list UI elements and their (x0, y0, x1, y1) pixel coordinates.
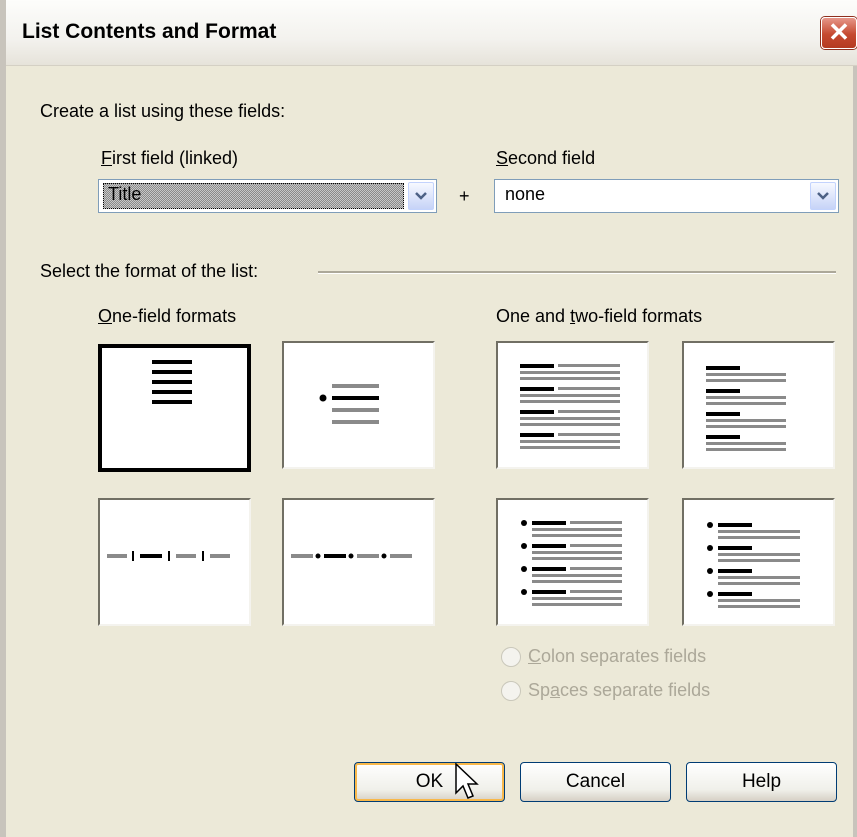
first-field-value: Title (108, 184, 142, 204)
list-contents-dialog: List Contents and Format ✕ Create a list… (0, 0, 857, 837)
help-button[interactable]: Help (686, 762, 837, 802)
stacked-list-icon (706, 366, 786, 451)
close-icon: ✕ (828, 17, 850, 47)
close-button[interactable]: ✕ (821, 17, 857, 49)
colon-separates-radio[interactable] (501, 647, 521, 667)
two-field-bulleted-columns-tile[interactable] (496, 498, 649, 626)
create-list-label: Create a list using these fields: (40, 101, 286, 121)
bulleted-two-column-icon (521, 520, 622, 606)
second-field-dropdown[interactable]: none (494, 179, 839, 213)
second-field-value: none (505, 184, 546, 204)
spaces-separate-radio[interactable] (501, 681, 521, 701)
bulleted-list-icon (319, 384, 379, 424)
spaces-separate-label: Spaces separate fields (528, 680, 711, 700)
title-bar[interactable]: List Contents and Format ✕ (6, 0, 857, 66)
chevron-down-icon[interactable] (408, 182, 434, 210)
mouse-pointer-icon (455, 763, 479, 799)
selection-highlight (103, 183, 404, 209)
inline-dot-separated-icon (291, 553, 412, 559)
section-divider (318, 271, 836, 274)
two-field-columns-tile[interactable] (496, 341, 649, 469)
two-field-formats-label: One and two-field formats (496, 306, 703, 326)
list-format-icon (152, 360, 192, 404)
first-field-dropdown[interactable]: Title (98, 179, 437, 213)
one-field-bulleted-tile[interactable] (282, 341, 435, 469)
one-field-list-tile[interactable] (98, 344, 251, 472)
second-field-label: Second field (496, 148, 596, 168)
one-field-inline-dot-tile[interactable] (282, 498, 435, 626)
one-field-formats-label: One-field formats (98, 306, 237, 326)
ok-button[interactable]: OK (354, 762, 505, 802)
plus-sign: + (459, 186, 470, 206)
two-field-bulleted-stacked-tile[interactable] (682, 498, 835, 626)
dialog-title: List Contents and Format (22, 20, 277, 43)
two-column-list-icon (520, 364, 620, 449)
inline-bar-separated-icon (107, 551, 230, 561)
one-field-inline-bar-tile[interactable] (98, 498, 251, 626)
cancel-button[interactable]: Cancel (520, 762, 671, 802)
two-field-stacked-tile[interactable] (682, 341, 835, 469)
chevron-down-icon[interactable] (810, 182, 836, 210)
colon-separates-label: Colon separates fields (528, 646, 707, 666)
format-section-label: Select the format of the list: (40, 261, 259, 281)
first-field-label: First field (linked) (101, 148, 239, 168)
bulleted-stacked-icon (707, 522, 800, 608)
